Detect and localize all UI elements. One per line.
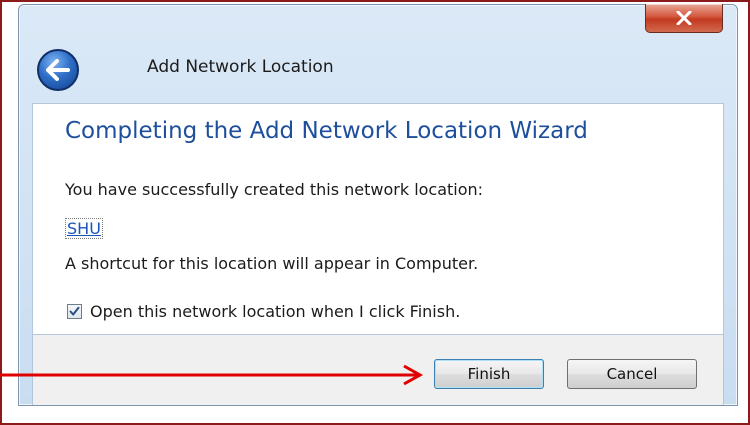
open-location-checkbox-row[interactable]: Open this network location when I click … — [67, 302, 460, 321]
wizard-window: Add Network Location Completing the Add … — [18, 4, 738, 406]
finish-button[interactable]: Finish — [434, 359, 544, 389]
screenshot-canvas: Add Network Location Completing the Add … — [0, 0, 750, 425]
button-bar: Finish Cancel — [32, 335, 724, 405]
wizard-content: Completing the Add Network Location Wiza… — [32, 103, 724, 335]
network-location-link[interactable]: SHU — [65, 218, 103, 239]
open-location-checkbox-label: Open this network location when I click … — [90, 302, 461, 321]
cancel-button[interactable]: Cancel — [567, 359, 697, 389]
window-title: Add Network Location — [147, 57, 334, 77]
back-button[interactable] — [37, 49, 79, 91]
back-arrow-icon — [46, 59, 70, 81]
close-button[interactable] — [645, 4, 723, 33]
wizard-heading: Completing the Add Network Location Wiza… — [65, 118, 588, 144]
close-icon — [676, 11, 692, 25]
checkmark-icon — [69, 306, 80, 316]
open-location-checkbox[interactable] — [67, 304, 82, 319]
success-text: You have successfully created this netwo… — [65, 180, 484, 199]
shortcut-text: A shortcut for this location will appear… — [65, 254, 479, 273]
